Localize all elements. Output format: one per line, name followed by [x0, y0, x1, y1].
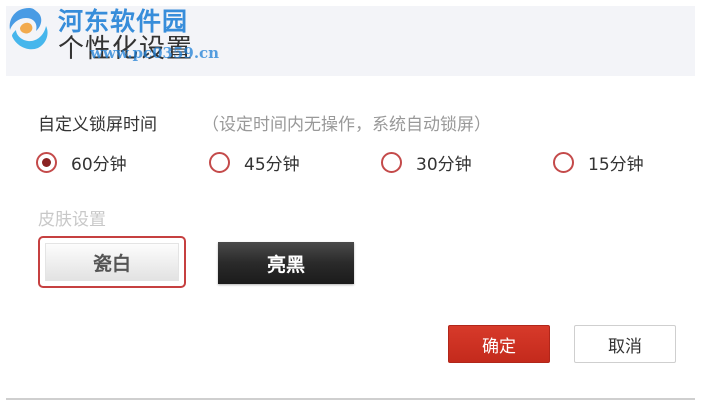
radio-45min[interactable]: 45分钟 [209, 148, 300, 176]
watermark-name: 河东软件园 [58, 7, 189, 36]
watermark-url: www.pc0359.cn [90, 44, 220, 62]
radio-30min[interactable]: 30分钟 [381, 148, 472, 176]
radio-60min[interactable]: 60分钟 [36, 148, 127, 176]
radio-checked-icon[interactable] [36, 151, 57, 173]
radio-15min[interactable]: 15分钟 [553, 148, 644, 176]
confirm-button[interactable]: 确定 [448, 325, 550, 363]
radio-unchecked-icon[interactable] [381, 151, 402, 173]
cancel-button[interactable]: 取消 [574, 325, 676, 363]
skin-option-label: 瓷白 [45, 243, 179, 281]
skin-option-bright-black[interactable]: 亮黑 [218, 242, 354, 284]
radio-label: 30分钟 [416, 154, 472, 175]
radio-label: 15分钟 [588, 154, 644, 175]
skin-label: 皮肤设置 [38, 210, 106, 230]
watermark-logo-icon [9, 8, 48, 50]
skin-option-porcelain-white[interactable]: 瓷白 [38, 236, 186, 288]
radio-label: 60分钟 [71, 154, 127, 175]
lock-time-hint: （设定时间内无操作，系统自动锁屏） [202, 115, 491, 135]
radio-unchecked-icon[interactable] [209, 151, 230, 173]
lock-time-label: 自定义锁屏时间 [38, 115, 157, 135]
radio-label: 45分钟 [244, 154, 300, 175]
footer-divider [6, 398, 695, 400]
radio-unchecked-icon[interactable] [553, 151, 574, 173]
